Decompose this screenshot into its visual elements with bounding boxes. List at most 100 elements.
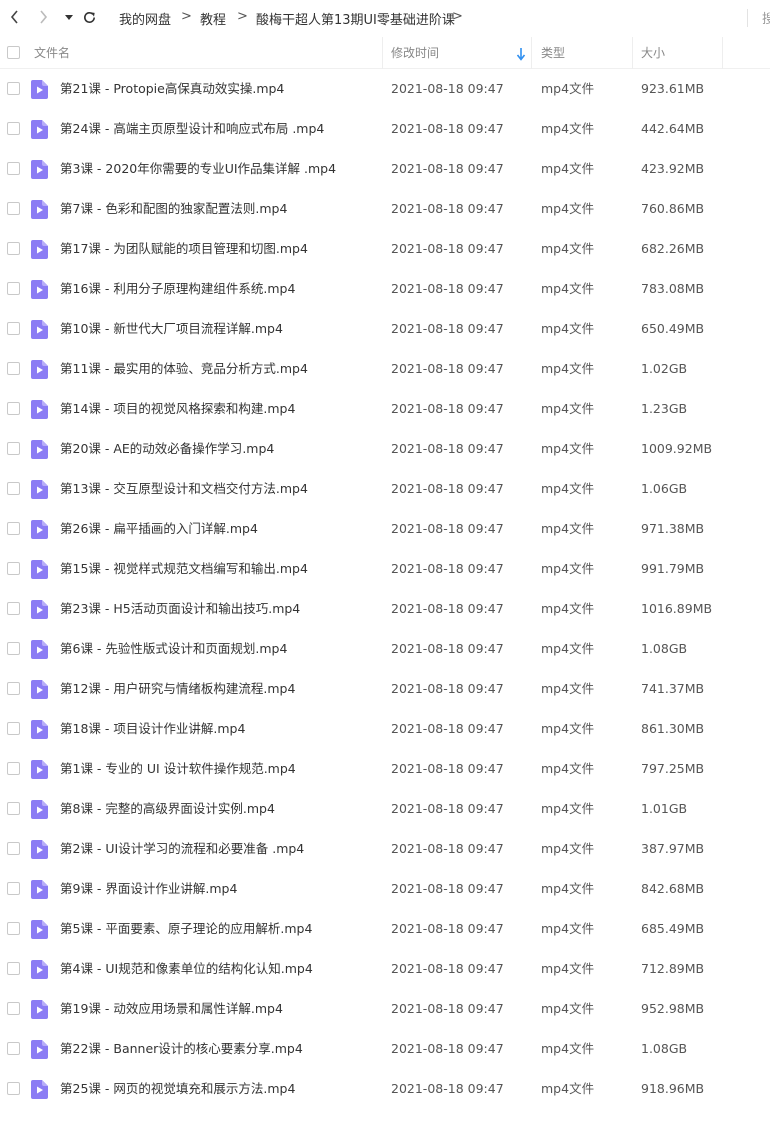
search-box[interactable]: 搜 (762, 8, 770, 27)
video-file-icon (31, 1040, 48, 1059)
file-row[interactable]: 第2课 - UI设计学习的流程和必要准备 .mp4 2021-08-18 09:4… (0, 829, 770, 869)
file-type: mp4文件 (541, 721, 595, 736)
breadcrumb-item-current-folder[interactable]: 酸梅干超人第13期UI零基础进阶课 (256, 9, 455, 28)
row-checkbox[interactable] (7, 402, 20, 415)
file-row[interactable]: 第19课 - 动效应用场景和属性详解.mp4 2021-08-18 09:47 mp… (0, 989, 770, 1029)
file-row[interactable]: 第3课 - 2020年你需要的专业UI作品集详解 .mp4 2021-08-18 … (0, 149, 770, 189)
file-name[interactable]: 第2课 - UI设计学习的流程和必要准备 .mp4 (60, 829, 304, 869)
file-name[interactable]: 第3课 - 2020年你需要的专业UI作品集详解 .mp4 (60, 149, 336, 189)
column-divider[interactable] (722, 37, 723, 69)
column-header-modified[interactable]: 修改时间 (391, 37, 439, 69)
file-name[interactable]: 第21课 - Protopie高保真动效实操.mp4 (60, 69, 284, 109)
file-row[interactable]: 第10课 - 新世代大厂项目流程详解.mp4 2021-08-18 09:47 mp… (0, 309, 770, 349)
file-row[interactable]: 第4课 - UI规范和像素单位的结构化认知.mp4 2021-08-18 09:4… (0, 949, 770, 989)
file-row[interactable]: 第15课 - 视觉样式规范文档编写和输出.mp4 2021-08-18 09:47… (0, 549, 770, 589)
file-row[interactable]: 第7课 - 色彩和配图的独家配置法则.mp4 2021-08-18 09:47 mp… (0, 189, 770, 229)
row-checkbox[interactable] (7, 1042, 20, 1055)
row-checkbox[interactable] (7, 482, 20, 495)
file-row[interactable]: 第20课 - AE的动效必备操作学习.mp4 2021-08-18 09:47 mp… (0, 429, 770, 469)
row-checkbox[interactable] (7, 82, 20, 95)
file-row[interactable]: 第8课 - 完整的高级界面设计实例.mp4 2021-08-18 09:47 mp4… (0, 789, 770, 829)
file-row[interactable]: 第18课 - 项目设计作业讲解.mp4 2021-08-18 09:47 mp4文件… (0, 709, 770, 749)
row-checkbox[interactable] (7, 962, 20, 975)
row-checkbox[interactable] (7, 242, 20, 255)
file-name[interactable]: 第11课 - 最实用的体验、竞品分析方式.mp4 (60, 349, 308, 389)
file-type: mp4文件 (541, 161, 595, 176)
file-name[interactable]: 第25课 - 网页的视觉填充和展示方法.mp4 (60, 1069, 295, 1109)
row-checkbox[interactable] (7, 762, 20, 775)
file-name[interactable]: 第9课 - 界面设计作业讲解.mp4 (60, 869, 237, 909)
file-name[interactable]: 第8课 - 完整的高级界面设计实例.mp4 (60, 789, 275, 829)
file-name[interactable]: 第24课 - 高端主页原型设计和响应式布局 .mp4 (60, 109, 324, 149)
file-row[interactable]: 第12课 - 用户研究与情绪板构建流程.mp4 2021-08-18 09:47 m… (0, 669, 770, 709)
file-name[interactable]: 第14课 - 项目的视觉风格探索和构建.mp4 (60, 389, 295, 429)
file-name[interactable]: 第12课 - 用户研究与情绪板构建流程.mp4 (60, 669, 295, 709)
row-checkbox[interactable] (7, 602, 20, 615)
file-row[interactable]: 第23课 - H5活动页面设计和输出技巧.mp4 2021-08-18 09:47… (0, 589, 770, 629)
file-name[interactable]: 第5课 - 平面要素、原子理论的应用解析.mp4 (60, 909, 312, 949)
column-divider[interactable] (531, 37, 532, 69)
row-checkbox[interactable] (7, 722, 20, 735)
file-row[interactable]: 第13课 - 交互原型设计和文档交付方法.mp4 2021-08-18 09:47… (0, 469, 770, 509)
file-name[interactable]: 第17课 - 为团队赋能的项目管理和切图.mp4 (60, 229, 308, 269)
row-checkbox[interactable] (7, 122, 20, 135)
file-row[interactable]: 第26课 - 扁平插画的入门详解.mp4 2021-08-18 09:47 mp4文… (0, 509, 770, 549)
file-row[interactable]: 第11课 - 最实用的体验、竞品分析方式.mp4 2021-08-18 09:47… (0, 349, 770, 389)
file-name[interactable]: 第15课 - 视觉样式规范文档编写和输出.mp4 (60, 549, 308, 589)
column-divider[interactable] (632, 37, 633, 69)
sort-descending-icon[interactable] (516, 46, 526, 61)
file-row[interactable]: 第14课 - 项目的视觉风格探索和构建.mp4 2021-08-18 09:47 m… (0, 389, 770, 429)
file-row[interactable]: 第25课 - 网页的视觉填充和展示方法.mp4 2021-08-18 09:47 m… (0, 1069, 770, 1109)
file-row[interactable]: 第22课 - Banner设计的核心要素分享.mp4 2021-08-18 09:… (0, 1029, 770, 1069)
row-checkbox[interactable] (7, 922, 20, 935)
file-row[interactable]: 第6课 - 先验性版式设计和页面规划.mp4 2021-08-18 09:47 mp… (0, 629, 770, 669)
forward-icon[interactable] (34, 8, 52, 26)
file-row[interactable]: 第9课 - 界面设计作业讲解.mp4 2021-08-18 09:47 mp4文件 8… (0, 869, 770, 909)
row-checkbox[interactable] (7, 1082, 20, 1095)
file-name[interactable]: 第10课 - 新世代大厂项目流程详解.mp4 (60, 309, 283, 349)
column-header-size[interactable]: 大小 (641, 37, 665, 69)
file-name[interactable]: 第23课 - H5活动页面设计和输出技巧.mp4 (60, 589, 300, 629)
file-row[interactable]: 第1课 - 专业的 UI 设计软件操作规范.mp4 2021-08-18 09:4… (0, 749, 770, 789)
file-name[interactable]: 第26课 - 扁平插画的入门详解.mp4 (60, 509, 258, 549)
file-name[interactable]: 第7课 - 色彩和配图的独家配置法则.mp4 (60, 189, 287, 229)
row-checkbox[interactable] (7, 682, 20, 695)
row-checkbox[interactable] (7, 282, 20, 295)
row-checkbox[interactable] (7, 202, 20, 215)
file-row[interactable]: 第16课 - 利用分子原理构建组件系统.mp4 2021-08-18 09:47 m… (0, 269, 770, 309)
file-type: mp4文件 (541, 201, 595, 216)
row-checkbox[interactable] (7, 642, 20, 655)
file-name[interactable]: 第13课 - 交互原型设计和文档交付方法.mp4 (60, 469, 308, 509)
file-name[interactable]: 第16课 - 利用分子原理构建组件系统.mp4 (60, 269, 295, 309)
history-dropdown-icon[interactable] (60, 8, 78, 26)
row-checkbox[interactable] (7, 802, 20, 815)
row-checkbox[interactable] (7, 842, 20, 855)
row-checkbox[interactable] (7, 442, 20, 455)
row-checkbox[interactable] (7, 1002, 20, 1015)
row-checkbox[interactable] (7, 162, 20, 175)
back-icon[interactable] (6, 8, 24, 26)
file-name[interactable]: 第6课 - 先验性版式设计和页面规划.mp4 (60, 629, 287, 669)
file-name[interactable]: 第18课 - 项目设计作业讲解.mp4 (60, 709, 245, 749)
file-row[interactable]: 第21课 - Protopie高保真动效实操.mp4 2021-08-18 09:… (0, 69, 770, 109)
row-checkbox[interactable] (7, 522, 20, 535)
file-name[interactable]: 第19课 - 动效应用场景和属性详解.mp4 (60, 989, 283, 1029)
select-all-checkbox[interactable] (7, 46, 20, 59)
row-checkbox[interactable] (7, 882, 20, 895)
breadcrumb-item-tutorials[interactable]: 教程 (200, 9, 226, 28)
row-checkbox[interactable] (7, 562, 20, 575)
file-row[interactable]: 第5课 - 平面要素、原子理论的应用解析.mp4 2021-08-18 09:47… (0, 909, 770, 949)
breadcrumb-item-my-drive[interactable]: 我的网盘 (119, 9, 171, 28)
row-checkbox[interactable] (7, 362, 20, 375)
column-divider[interactable] (382, 37, 383, 69)
column-header-type[interactable]: 类型 (541, 37, 565, 69)
row-checkbox[interactable] (7, 322, 20, 335)
column-header-name[interactable]: 文件名 (34, 37, 70, 69)
file-row[interactable]: 第17课 - 为团队赋能的项目管理和切图.mp4 2021-08-18 09:47… (0, 229, 770, 269)
file-row[interactable]: 第24课 - 高端主页原型设计和响应式布局 .mp4 2021-08-18 09:… (0, 109, 770, 149)
file-name[interactable]: 第20课 - AE的动效必备操作学习.mp4 (60, 429, 274, 469)
file-name[interactable]: 第1课 - 专业的 UI 设计软件操作规范.mp4 (60, 749, 296, 789)
refresh-icon[interactable] (80, 8, 98, 26)
file-name[interactable]: 第22课 - Banner设计的核心要素分享.mp4 (60, 1029, 303, 1069)
file-name[interactable]: 第4课 - UI规范和像素单位的结构化认知.mp4 (60, 949, 313, 989)
